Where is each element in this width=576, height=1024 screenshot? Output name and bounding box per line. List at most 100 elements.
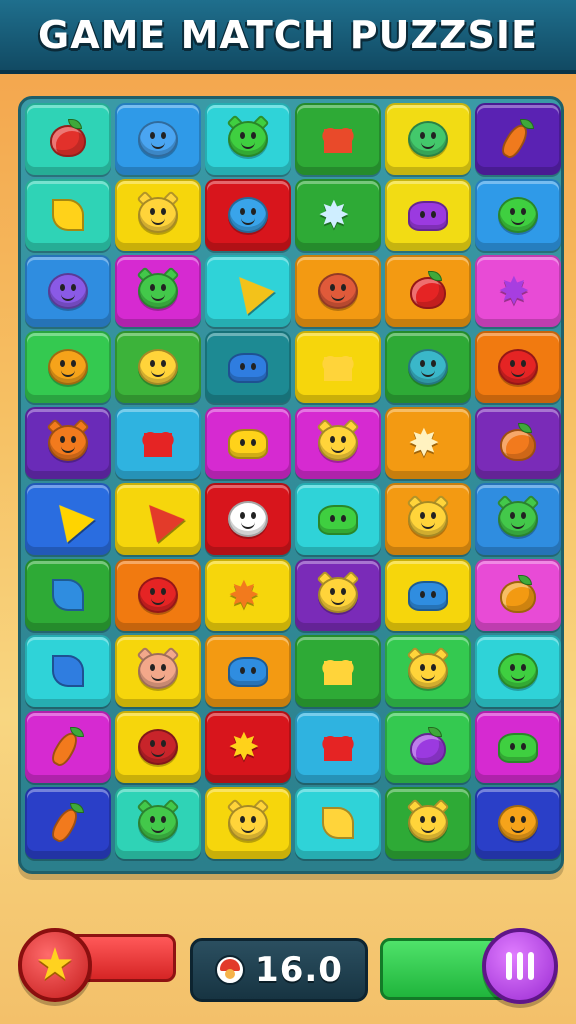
tile-r4-c4[interactable] bbox=[295, 331, 381, 403]
play-arrow-icon bbox=[135, 493, 185, 543]
pause-button[interactable] bbox=[482, 928, 558, 1004]
tile-r10-c5[interactable] bbox=[385, 787, 471, 859]
tile-r6-c1[interactable] bbox=[25, 483, 111, 555]
green-slime-icon bbox=[496, 727, 540, 767]
blue-fish-icon bbox=[226, 651, 270, 691]
tomato-face-icon bbox=[316, 271, 360, 311]
yellow-drop-icon bbox=[46, 195, 90, 235]
purple-face-icon bbox=[46, 271, 90, 311]
tile-r9-c5[interactable] bbox=[385, 711, 471, 783]
tile-r5-c1[interactable] bbox=[25, 407, 111, 479]
yellow-crown-icon: ✸ bbox=[228, 725, 260, 769]
tile-r5-c3[interactable] bbox=[205, 407, 291, 479]
tile-r5-c6[interactable] bbox=[475, 407, 561, 479]
pumpkin-icon bbox=[496, 575, 540, 615]
yellow-cat-icon bbox=[406, 798, 450, 843]
green-slime-icon bbox=[316, 499, 360, 539]
tile-r1-c3[interactable] bbox=[205, 103, 291, 175]
green-cat-icon bbox=[496, 494, 540, 539]
tile-r2-c1[interactable] bbox=[25, 179, 111, 251]
tile-r3-c4[interactable] bbox=[295, 255, 381, 327]
purple-apple-icon bbox=[406, 727, 450, 767]
red-heart-icon bbox=[316, 727, 360, 767]
green-face-icon bbox=[496, 195, 540, 235]
game-board: ✸ ✸ ✸ ✸ ✸ bbox=[18, 96, 564, 874]
tile-r9-c4[interactable] bbox=[295, 711, 381, 783]
tile-r4-c5[interactable] bbox=[385, 331, 471, 403]
pink-bear-icon bbox=[136, 646, 180, 691]
yellow-face-icon bbox=[136, 347, 180, 387]
tile-r7-c3[interactable]: ✸ bbox=[205, 559, 291, 631]
tile-r10-c1[interactable] bbox=[25, 787, 111, 859]
tile-r8-c6[interactable] bbox=[475, 635, 561, 707]
tile-r8-c2[interactable] bbox=[115, 635, 201, 707]
tile-r3-c5[interactable] bbox=[385, 255, 471, 327]
tile-r5-c5[interactable]: ✸ bbox=[385, 407, 471, 479]
tile-r1-c2[interactable] bbox=[115, 103, 201, 175]
tile-r4-c6[interactable] bbox=[475, 331, 561, 403]
yellow-heart-icon bbox=[316, 347, 360, 387]
tile-r1-c5[interactable] bbox=[385, 103, 471, 175]
tile-r5-c2[interactable] bbox=[115, 407, 201, 479]
yellow-cat-icon bbox=[316, 418, 360, 463]
tile-r10-c3[interactable] bbox=[205, 787, 291, 859]
star-button[interactable]: ★ bbox=[18, 928, 92, 1002]
heart-fruit-icon bbox=[316, 119, 360, 159]
tile-r2-c3[interactable] bbox=[205, 179, 291, 251]
score-panel: 16.0 bbox=[190, 938, 368, 1002]
tile-r6-c2[interactable] bbox=[115, 483, 201, 555]
hud-bar: ★ 16.0 bbox=[0, 920, 576, 1024]
yellow-heart-icon bbox=[316, 651, 360, 691]
tile-r6-c6[interactable] bbox=[475, 483, 561, 555]
tile-r8-c4[interactable] bbox=[295, 635, 381, 707]
blue-bird-icon bbox=[226, 195, 270, 235]
pause-icon-bar bbox=[528, 952, 534, 980]
blue-creature-icon bbox=[136, 119, 180, 159]
white-face-icon bbox=[226, 499, 270, 539]
flower-icon: ✸ bbox=[498, 269, 530, 313]
tile-r10-c2[interactable] bbox=[115, 787, 201, 859]
tile-r6-c4[interactable] bbox=[295, 483, 381, 555]
tile-r9-c6[interactable] bbox=[475, 711, 561, 783]
tile-r9-c1[interactable] bbox=[25, 711, 111, 783]
tile-r7-c1[interactable] bbox=[25, 559, 111, 631]
tile-r2-c5[interactable] bbox=[385, 179, 471, 251]
tile-r2-c4[interactable]: ✸ bbox=[295, 179, 381, 251]
tile-r3-c3[interactable] bbox=[205, 255, 291, 327]
tile-r10-c4[interactable] bbox=[295, 787, 381, 859]
tile-r3-c6[interactable]: ✸ bbox=[475, 255, 561, 327]
tile-r8-c3[interactable] bbox=[205, 635, 291, 707]
orange-fruit-icon bbox=[496, 423, 540, 463]
red-face-icon bbox=[136, 727, 180, 767]
tile-r2-c2[interactable] bbox=[115, 179, 201, 251]
tile-r5-c4[interactable] bbox=[295, 407, 381, 479]
tile-r8-c5[interactable] bbox=[385, 635, 471, 707]
tile-r1-c1[interactable] bbox=[25, 103, 111, 175]
red-heart-face-icon bbox=[136, 575, 180, 615]
tile-r7-c2[interactable] bbox=[115, 559, 201, 631]
yellow-cat-icon bbox=[406, 646, 450, 691]
tile-r3-c1[interactable] bbox=[25, 255, 111, 327]
tile-r4-c1[interactable] bbox=[25, 331, 111, 403]
tile-r4-c2[interactable] bbox=[115, 331, 201, 403]
tile-r3-c2[interactable] bbox=[115, 255, 201, 327]
arrow-icon bbox=[45, 493, 95, 543]
tile-r9-c2[interactable] bbox=[115, 711, 201, 783]
tile-r6-c5[interactable] bbox=[385, 483, 471, 555]
tile-r6-c3[interactable] bbox=[205, 483, 291, 555]
blue-balloon-icon bbox=[46, 651, 90, 691]
green-face-icon bbox=[496, 651, 540, 691]
green-robot-icon bbox=[406, 119, 450, 159]
tile-r1-c6[interactable] bbox=[475, 103, 561, 175]
tile-r2-c6[interactable] bbox=[475, 179, 561, 251]
tile-r10-c6[interactable] bbox=[475, 787, 561, 859]
tile-r7-c4[interactable] bbox=[295, 559, 381, 631]
tile-r1-c4[interactable] bbox=[295, 103, 381, 175]
tile-r7-c5[interactable] bbox=[385, 559, 471, 631]
tile-grid: ✸ ✸ ✸ ✸ ✸ bbox=[25, 103, 561, 859]
tile-r4-c3[interactable] bbox=[205, 331, 291, 403]
teal-face-icon bbox=[406, 347, 450, 387]
tile-r8-c1[interactable] bbox=[25, 635, 111, 707]
tile-r7-c6[interactable] bbox=[475, 559, 561, 631]
tile-r9-c3[interactable]: ✸ bbox=[205, 711, 291, 783]
